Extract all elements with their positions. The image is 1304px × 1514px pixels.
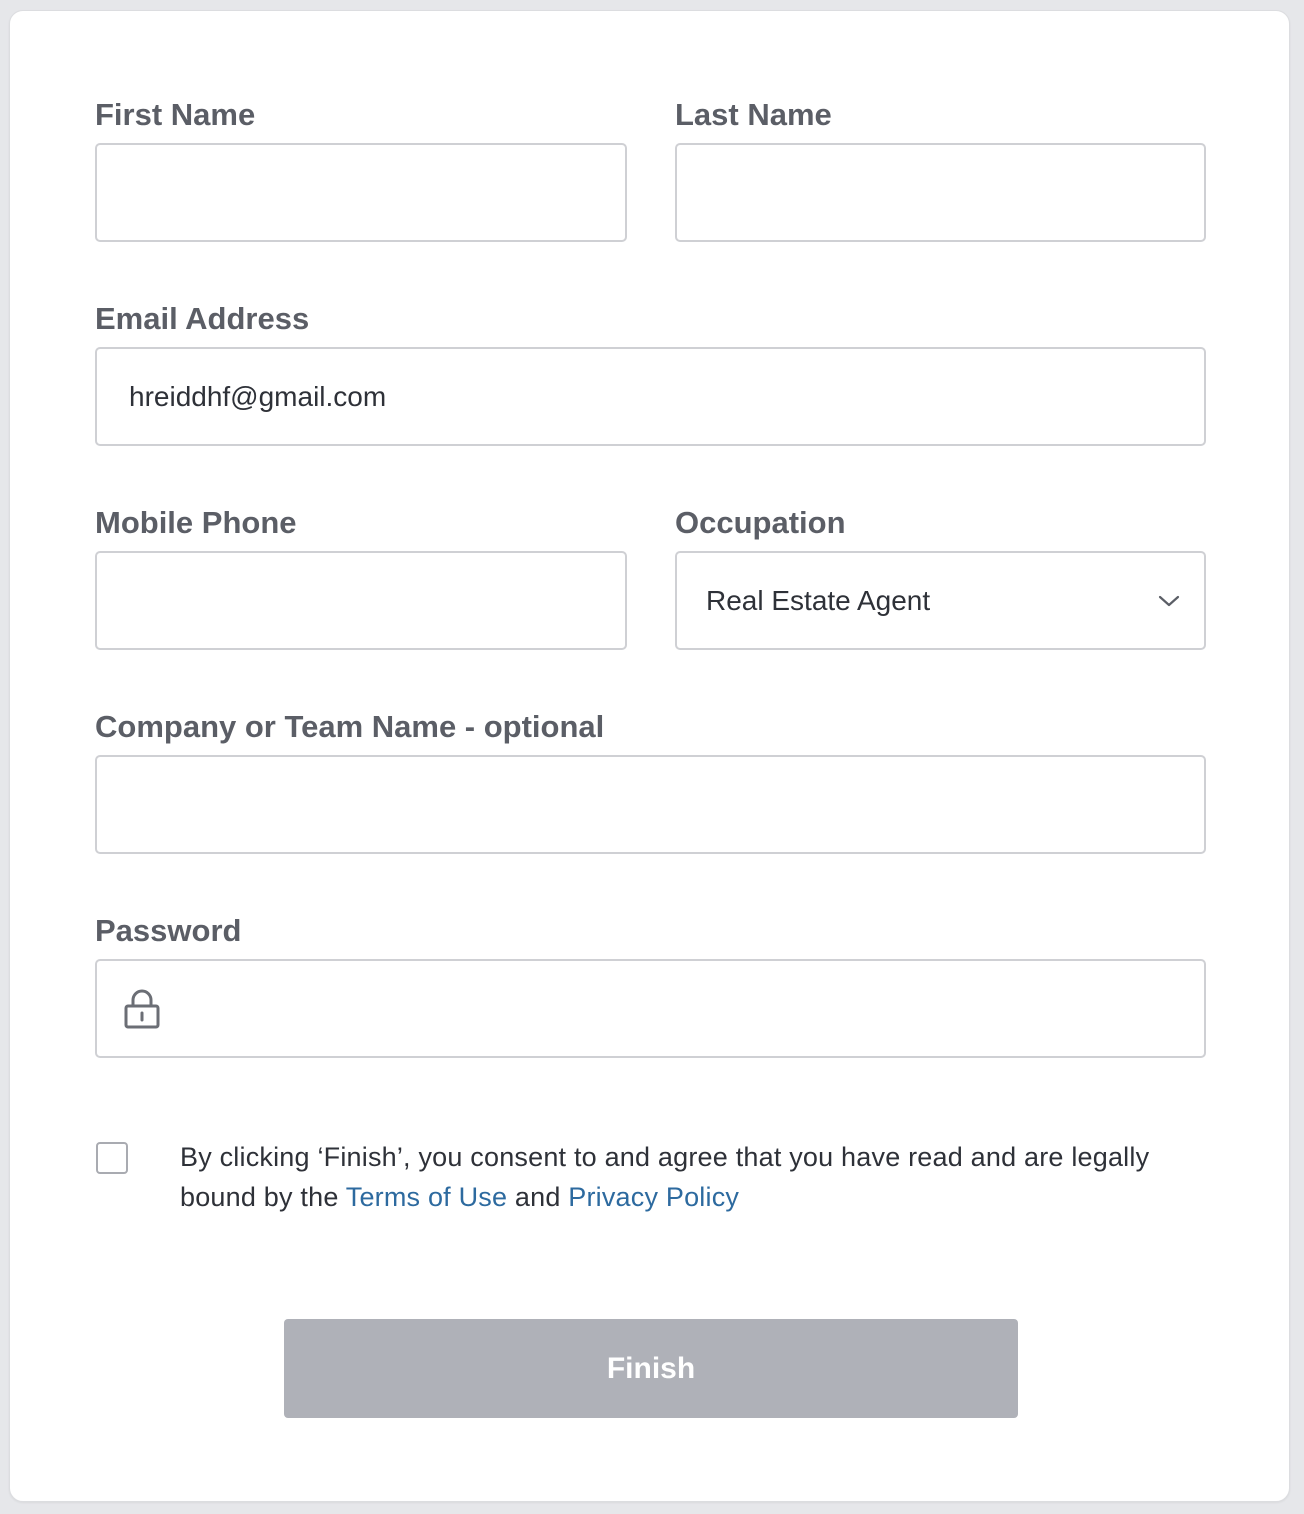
privacy-policy-link[interactable]: Privacy Policy (568, 1182, 739, 1212)
mobile-phone-label: Mobile Phone (95, 505, 297, 540)
mobile-phone-input[interactable] (95, 551, 627, 650)
finish-button[interactable]: Finish (284, 1319, 1018, 1418)
last-name-input[interactable] (675, 143, 1206, 242)
lock-icon (124, 989, 160, 1028)
email-input[interactable]: hreiddhf@gmail.com (95, 347, 1206, 446)
consent-text-middle: and (507, 1182, 569, 1212)
email-label: Email Address (95, 301, 310, 336)
last-name-label: Last Name (675, 97, 832, 132)
occupation-select[interactable]: Real Estate Agent (675, 551, 1206, 650)
chevron-down-icon (1158, 595, 1180, 606)
signup-form-card: First Name Last Name Email Address hreid… (9, 10, 1290, 1502)
consent-checkbox[interactable] (96, 1142, 128, 1174)
first-name-input[interactable] (95, 143, 627, 242)
first-name-label: First Name (95, 97, 256, 132)
consent-text: By clicking ‘Finish’, you consent to and… (180, 1137, 1200, 1217)
occupation-selected-value: Real Estate Agent (706, 584, 931, 616)
company-input[interactable] (95, 755, 1206, 854)
company-label: Company or Team Name - optional (95, 709, 605, 744)
password-label: Password (95, 913, 242, 948)
occupation-label: Occupation (675, 505, 846, 540)
password-input[interactable] (95, 959, 1206, 1058)
terms-of-use-link[interactable]: Terms of Use (346, 1182, 507, 1212)
email-value: hreiddhf@gmail.com (129, 380, 387, 412)
